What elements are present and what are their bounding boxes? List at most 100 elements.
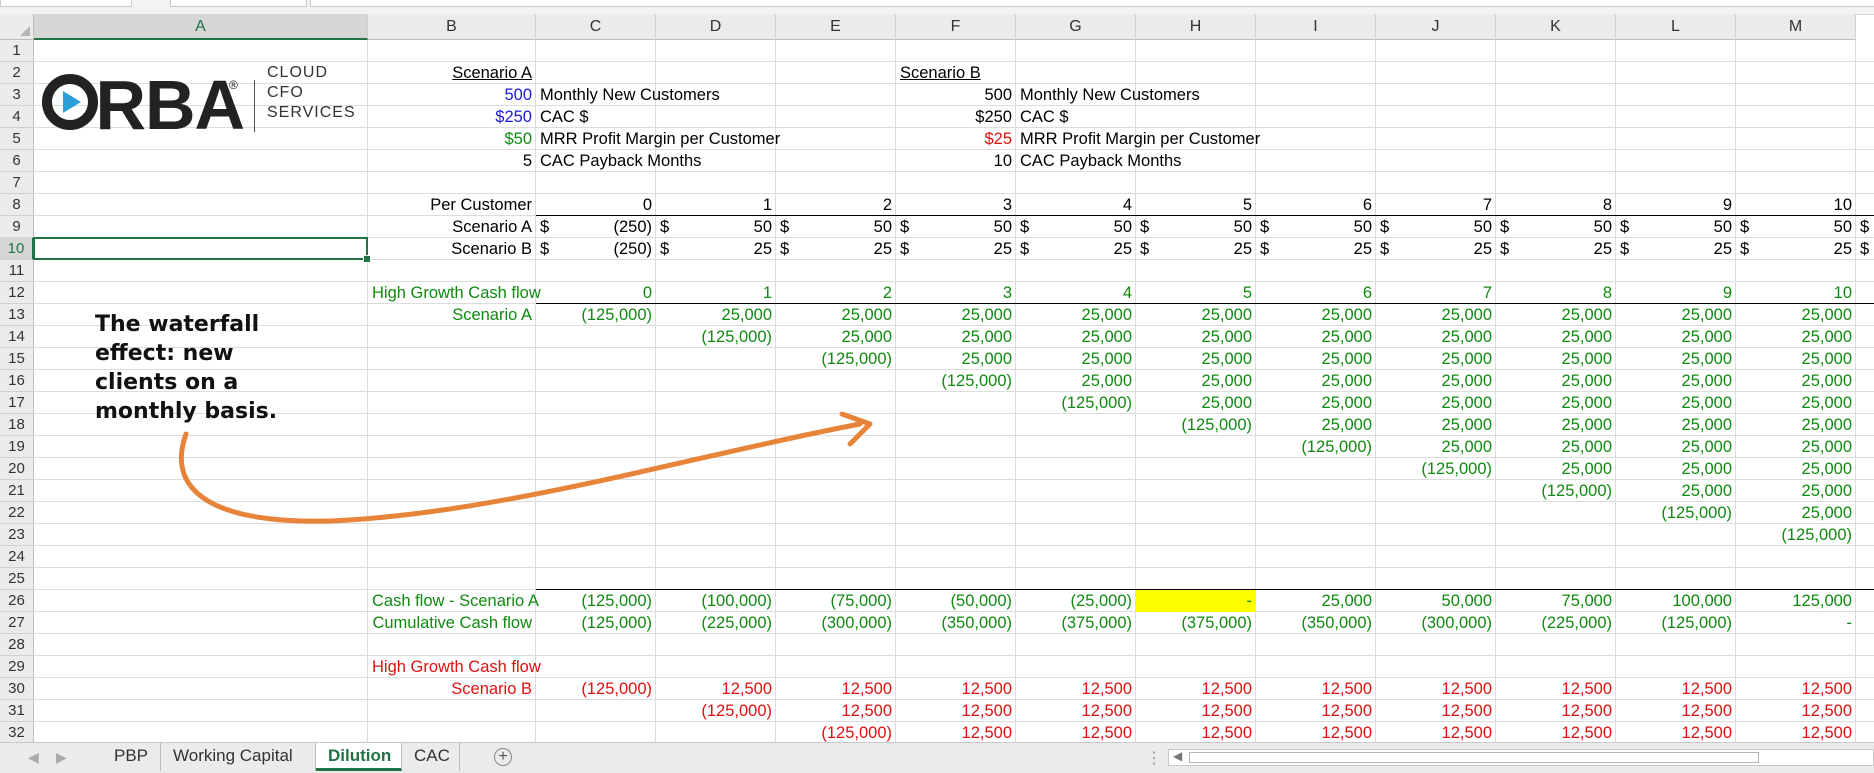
per-customer-scenario-a-label[interactable]: Scenario A	[368, 216, 536, 238]
waterfall-a-value[interactable]: 25,000	[1016, 326, 1136, 348]
waterfall-b-value[interactable]: 12,500	[1616, 700, 1736, 722]
row-header-2[interactable]: 2	[0, 62, 34, 84]
waterfall-a-value[interactable]: 25,000	[1496, 304, 1616, 326]
cumulative-cash-flow-value[interactable]: (375,000)	[1016, 612, 1136, 634]
column-header-i[interactable]: I	[1256, 14, 1376, 40]
per-customer-scenario-b-label[interactable]: Scenario B	[368, 238, 536, 260]
waterfall-a-value[interactable]: 25,000	[1376, 414, 1496, 436]
waterfall-a-value[interactable]: 25,000	[1736, 304, 1856, 326]
row-header-7[interactable]: 7	[0, 172, 34, 194]
break-even-cell[interactable]: -	[1136, 590, 1256, 612]
waterfall-b-value[interactable]: 12,500	[1376, 722, 1496, 742]
scenario-a-new-customers-label[interactable]: Monthly New Customers	[536, 84, 836, 106]
scenario-a-margin[interactable]: $50	[368, 128, 536, 150]
waterfall-a-value[interactable]: 25,000	[656, 304, 776, 326]
scenario-b-margin[interactable]: $25	[896, 128, 1016, 150]
waterfall-a-value[interactable]: 25,000	[1616, 436, 1736, 458]
row-header-21[interactable]: 21	[0, 480, 34, 502]
cumulative-cash-flow-label[interactable]: Cumulative Cash flow	[368, 612, 536, 634]
row-header-9[interactable]: 9	[0, 216, 34, 238]
column-header-b[interactable]: B	[368, 14, 536, 40]
column-header-c[interactable]: C	[536, 14, 656, 40]
cumulative-cash-flow-value[interactable]: (225,000)	[656, 612, 776, 634]
waterfall-a-value[interactable]: 25,000	[1256, 414, 1376, 436]
waterfall-b-value[interactable]: 12,500	[1136, 678, 1256, 700]
waterfall-b-value[interactable]: 12,500	[1016, 700, 1136, 722]
row-header-15[interactable]: 15	[0, 348, 34, 370]
scenario-a-cac[interactable]: $250	[368, 106, 536, 128]
per-customer-month[interactable]: 5	[1136, 194, 1256, 216]
row-header-27[interactable]: 27	[0, 612, 34, 634]
waterfall-a-value[interactable]: 25,000	[776, 304, 896, 326]
column-header-a[interactable]: A	[34, 14, 368, 40]
waterfall-b-value[interactable]: 12,500	[1376, 678, 1496, 700]
cumulative-cash-flow-value[interactable]: (375,000)	[1136, 612, 1256, 634]
per-customer-month[interactable]: 4	[1016, 194, 1136, 216]
scenario-a-new-customers[interactable]: 500	[368, 84, 536, 106]
waterfall-a-value[interactable]: 25,000	[1496, 436, 1616, 458]
prev-sheet-icon[interactable]: ◀	[28, 749, 39, 766]
waterfall-a-value[interactable]: 25,000	[1136, 348, 1256, 370]
scenario-a-margin-label[interactable]: MRR Profit Margin per Customer	[536, 128, 836, 150]
active-cell-outline[interactable]	[33, 237, 371, 263]
waterfall-a-value[interactable]: 25,000	[1616, 392, 1736, 414]
waterfall-b-value[interactable]: 12,500	[896, 678, 1016, 700]
waterfall-a-value[interactable]: 25,000	[1736, 436, 1856, 458]
row-header-26[interactable]: 26	[0, 590, 34, 612]
cumulative-cash-flow-value[interactable]: (300,000)	[1376, 612, 1496, 634]
cash-flow-a-value[interactable]: 100,000	[1616, 590, 1736, 612]
waterfall-a-value[interactable]: 25,000	[1616, 370, 1736, 392]
spreadsheet-grid[interactable]: ABCDEFGHIJKLM 1 2 3 4 5 6 7 8 9 10 11 12 13 14 15 16 17 1…	[0, 14, 1874, 742]
waterfall-a-value[interactable]: 25,000	[1016, 370, 1136, 392]
waterfall-a-value[interactable]: 25,000	[1136, 392, 1256, 414]
waterfall-a-value[interactable]: 25,000	[1376, 436, 1496, 458]
waterfall-a-value[interactable]: 25,000	[1736, 370, 1856, 392]
waterfall-a-value[interactable]: 25,000	[1496, 326, 1616, 348]
waterfall-a-value[interactable]: (125,000)	[1016, 392, 1136, 414]
cash-flow-a-value[interactable]: (100,000)	[656, 590, 776, 612]
per-customer-month[interactable]: 2	[776, 194, 896, 216]
waterfall-b-value[interactable]: 12,500	[1016, 678, 1136, 700]
waterfall-a-value[interactable]: 25,000	[1376, 326, 1496, 348]
waterfall-a-value[interactable]: 25,000	[1616, 348, 1736, 370]
per-customer-month[interactable]: 6	[1256, 194, 1376, 216]
high-growth-a-month[interactable]: 1	[656, 282, 776, 304]
row-header-19[interactable]: 19	[0, 436, 34, 458]
waterfall-a-value[interactable]: 25,000	[1016, 348, 1136, 370]
waterfall-a-value[interactable]: (125,000)	[896, 370, 1016, 392]
per-customer-month[interactable]: 3	[896, 194, 1016, 216]
row-header-31[interactable]: 31	[0, 700, 34, 722]
sheet-tab-pbp[interactable]: PBP	[102, 743, 161, 771]
waterfall-b-value[interactable]: (125,000)	[656, 700, 776, 722]
splitter-icon[interactable]: ⋮	[1146, 748, 1162, 768]
waterfall-b-value[interactable]: 12,500	[1016, 722, 1136, 742]
name-box-edge[interactable]	[0, 0, 132, 7]
high-growth-a-month[interactable]: 4	[1016, 282, 1136, 304]
row-header-29[interactable]: 29	[0, 656, 34, 678]
row-header-25[interactable]: 25	[0, 568, 34, 590]
row-header-20[interactable]: 20	[0, 458, 34, 480]
scenario-a-cac-label[interactable]: CAC $	[536, 106, 836, 128]
column-header-d[interactable]: D	[656, 14, 776, 40]
cumulative-cash-flow-value[interactable]: -	[1736, 612, 1856, 634]
high-growth-a-month[interactable]: 6	[1256, 282, 1376, 304]
waterfall-a-value[interactable]: 25,000	[1736, 458, 1856, 480]
waterfall-b-value[interactable]: 12,500	[1136, 700, 1256, 722]
high-growth-a-month[interactable]: 10	[1736, 282, 1856, 304]
per-customer-label[interactable]: Per Customer	[368, 194, 536, 216]
row-header-23[interactable]: 23	[0, 524, 34, 546]
cash-flow-a-label[interactable]: Cash flow - Scenario A	[368, 590, 539, 612]
row-header-32[interactable]: 32	[0, 722, 34, 742]
waterfall-a-value[interactable]: 25,000	[1256, 326, 1376, 348]
waterfall-b-value[interactable]: 12,500	[1256, 700, 1376, 722]
waterfall-a-value[interactable]: 25,000	[1616, 458, 1736, 480]
waterfall-a-value[interactable]: 25,000	[1736, 480, 1856, 502]
row-header-5[interactable]: 5	[0, 128, 34, 150]
waterfall-a-value[interactable]: 25,000	[896, 348, 1016, 370]
sheet-tab-working-capital[interactable]: Working Capital	[161, 743, 316, 771]
waterfall-b-value[interactable]: 12,500	[1736, 722, 1856, 742]
high-growth-a-scenario-label[interactable]: Scenario A	[368, 304, 536, 326]
waterfall-a-value[interactable]: 25,000	[896, 304, 1016, 326]
column-header-h[interactable]: H	[1136, 14, 1256, 40]
cumulative-cash-flow-value[interactable]: (350,000)	[896, 612, 1016, 634]
